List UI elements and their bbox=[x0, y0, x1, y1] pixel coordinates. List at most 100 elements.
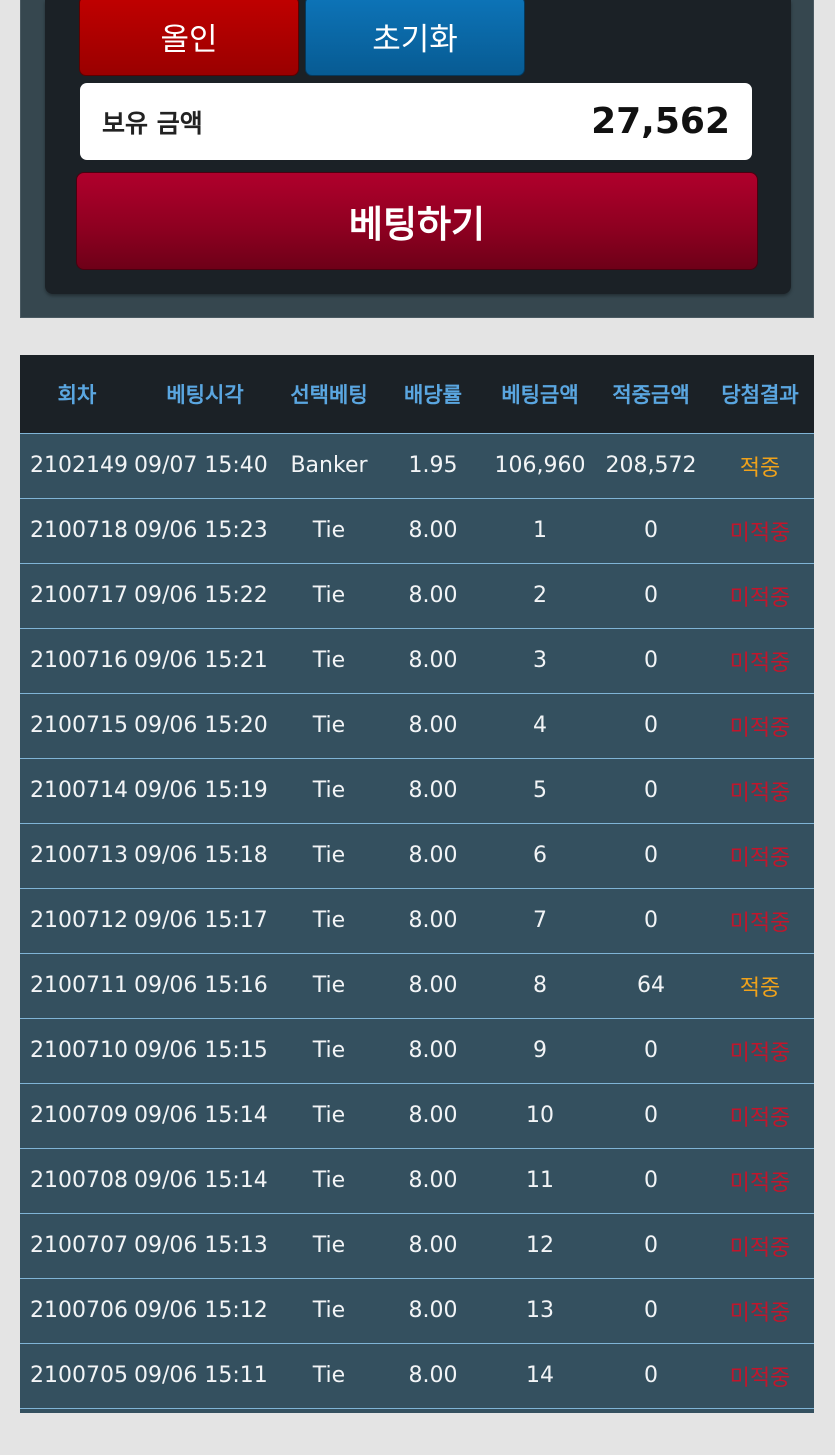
cell-win-amount: 0 bbox=[644, 518, 658, 543]
cell-bet-time: 09/06 15:13 bbox=[134, 1233, 268, 1258]
table-row: 2100717 09/06 15:22 Tie 8.00 2 0 미적중 bbox=[20, 563, 814, 628]
table-row: 2100708 09/06 15:14 Tie 8.00 11 0 미적중 bbox=[20, 1148, 814, 1213]
cell-bet-amount: 5 bbox=[533, 778, 547, 803]
cell-win-amount: 0 bbox=[644, 713, 658, 738]
cell-pick: Tie bbox=[312, 1038, 346, 1063]
cell-bet-time: 09/06 15:23 bbox=[134, 518, 268, 543]
cell-round: 2100713 bbox=[30, 843, 128, 868]
cell-result: 미적중 bbox=[729, 1170, 791, 1196]
cell-odds: 8.00 bbox=[408, 908, 458, 933]
cell-result: 미적중 bbox=[729, 910, 791, 936]
balance-label: 보유 금액 bbox=[102, 108, 203, 138]
cell-round: 2100714 bbox=[30, 778, 128, 803]
balance-box: 보유 금액 27,562 bbox=[80, 83, 752, 160]
cell-bet-time: 09/06 15:19 bbox=[134, 778, 268, 803]
table-row: 2100710 09/06 15:15 Tie 8.00 9 0 미적중 bbox=[20, 1018, 814, 1083]
table-body: 2102149 09/07 15:40 Banker 1.95 106,960 208,5… bbox=[20, 433, 814, 1408]
cell-bet-time: 09/06 15:21 bbox=[134, 648, 268, 673]
cell-pick: Tie bbox=[312, 843, 346, 868]
cell-odds: 8.00 bbox=[408, 1103, 458, 1128]
cell-win-amount: 0 bbox=[644, 583, 658, 608]
cell-odds: 8.00 bbox=[408, 1233, 458, 1258]
cell-round: 2100710 bbox=[30, 1038, 128, 1063]
cell-bet-amount: 4 bbox=[533, 713, 547, 738]
cell-pick: Tie bbox=[312, 1103, 346, 1128]
cell-win-amount: 0 bbox=[644, 843, 658, 868]
cell-round: 2100709 bbox=[30, 1103, 128, 1128]
cell-odds: 8.00 bbox=[408, 648, 458, 673]
cell-bet-amount: 10 bbox=[526, 1103, 554, 1128]
table-row: 2100707 09/06 15:13 Tie 8.00 12 0 미적중 bbox=[20, 1213, 814, 1278]
cell-round: 2100712 bbox=[30, 908, 128, 933]
cell-bet-amount: 3 bbox=[533, 648, 547, 673]
header-round: 회차 bbox=[20, 355, 134, 434]
cell-win-amount: 0 bbox=[644, 1168, 658, 1193]
cell-result: 미적중 bbox=[729, 520, 791, 546]
cell-round: 2100707 bbox=[30, 1233, 128, 1258]
cell-bet-amount: 2 bbox=[533, 583, 547, 608]
cell-pick: Tie bbox=[312, 713, 346, 738]
bet-history: 회차 베팅시각 선택베팅 배당률 베팅금액 적중금액 당첨결과 2102149 0… bbox=[20, 355, 814, 1413]
cell-odds: 8.00 bbox=[408, 1363, 458, 1388]
table-row: 2100716 09/06 15:21 Tie 8.00 3 0 미적중 bbox=[20, 628, 814, 693]
cell-result: 미적중 bbox=[729, 1235, 791, 1261]
header-pick: 선택베팅 bbox=[276, 355, 382, 434]
cell-odds: 8.00 bbox=[408, 973, 458, 998]
cell-win-amount: 64 bbox=[637, 973, 665, 998]
cell-odds: 8.00 bbox=[408, 1298, 458, 1323]
header-bet-amount: 베팅금액 bbox=[484, 355, 596, 434]
header-result: 당첨결과 bbox=[706, 355, 814, 434]
reset-button[interactable]: 초기화 bbox=[305, 0, 525, 76]
table-row: 2100714 09/06 15:19 Tie 8.00 5 0 미적중 bbox=[20, 758, 814, 823]
cell-odds: 1.95 bbox=[408, 453, 458, 478]
cell-bet-time: 09/06 15:18 bbox=[134, 843, 268, 868]
cell-pick: Tie bbox=[312, 518, 346, 543]
cell-pick: Tie bbox=[312, 1298, 346, 1323]
cell-odds: 8.00 bbox=[408, 518, 458, 543]
cell-bet-amount: 1 bbox=[533, 518, 547, 543]
cell-result: 적중 bbox=[739, 455, 781, 481]
cell-round: 2100711 bbox=[30, 973, 128, 998]
cell-pick: Tie bbox=[312, 908, 346, 933]
cell-win-amount: 208,572 bbox=[605, 453, 697, 478]
cell-pick: Tie bbox=[312, 973, 346, 998]
cell-odds: 8.00 bbox=[408, 1038, 458, 1063]
cell-odds: 8.00 bbox=[408, 713, 458, 738]
table-row: 2100718 09/06 15:23 Tie 8.00 1 0 미적중 bbox=[20, 498, 814, 563]
table-row: 2100715 09/06 15:20 Tie 8.00 4 0 미적중 bbox=[20, 693, 814, 758]
cell-bet-time: 09/07 15:40 bbox=[134, 453, 268, 478]
cell-bet-time: 09/06 15:14 bbox=[134, 1103, 268, 1128]
cell-odds: 8.00 bbox=[408, 843, 458, 868]
cell-odds: 8.00 bbox=[408, 778, 458, 803]
cell-win-amount: 0 bbox=[644, 908, 658, 933]
cell-bet-amount: 11 bbox=[526, 1168, 554, 1193]
cell-bet-time: 09/06 15:11 bbox=[134, 1363, 268, 1388]
cell-bet-amount: 8 bbox=[533, 973, 547, 998]
place-bet-button[interactable]: 베팅하기 bbox=[76, 172, 758, 270]
cell-pick: Banker bbox=[290, 453, 368, 478]
balance-value: 27,562 bbox=[591, 101, 730, 142]
cell-bet-amount: 13 bbox=[526, 1298, 554, 1323]
cell-win-amount: 0 bbox=[644, 648, 658, 673]
cell-win-amount: 0 bbox=[644, 1233, 658, 1258]
table-row: 2100709 09/06 15:14 Tie 8.00 10 0 미적중 bbox=[20, 1083, 814, 1148]
table-row: 2102149 09/07 15:40 Banker 1.95 106,960 208,5… bbox=[20, 433, 814, 498]
header-odds: 배당률 bbox=[382, 355, 484, 434]
cell-round: 2100717 bbox=[30, 583, 128, 608]
table-row: 2100711 09/06 15:16 Tie 8.00 8 64 적중 bbox=[20, 953, 814, 1018]
table-row: 2100705 09/06 15:11 Tie 8.00 14 0 미적중 bbox=[20, 1343, 814, 1408]
cell-win-amount: 0 bbox=[644, 778, 658, 803]
cell-bet-time: 09/06 15:22 bbox=[134, 583, 268, 608]
bet-history-table: 회차 베팅시각 선택베팅 배당률 베팅금액 적중금액 당첨결과 2102149 0… bbox=[20, 355, 814, 1409]
cell-round: 2100716 bbox=[30, 648, 128, 673]
allin-button[interactable]: 올인 bbox=[79, 0, 299, 76]
cell-round: 2102149 bbox=[30, 453, 128, 478]
cell-result: 적중 bbox=[739, 975, 781, 1001]
cell-bet-amount: 9 bbox=[533, 1038, 547, 1063]
cell-result: 미적중 bbox=[729, 1040, 791, 1066]
cell-pick: Tie bbox=[312, 1168, 346, 1193]
cell-odds: 8.00 bbox=[408, 583, 458, 608]
cell-result: 미적중 bbox=[729, 650, 791, 676]
cell-bet-time: 09/06 15:14 bbox=[134, 1168, 268, 1193]
cell-pick: Tie bbox=[312, 648, 346, 673]
